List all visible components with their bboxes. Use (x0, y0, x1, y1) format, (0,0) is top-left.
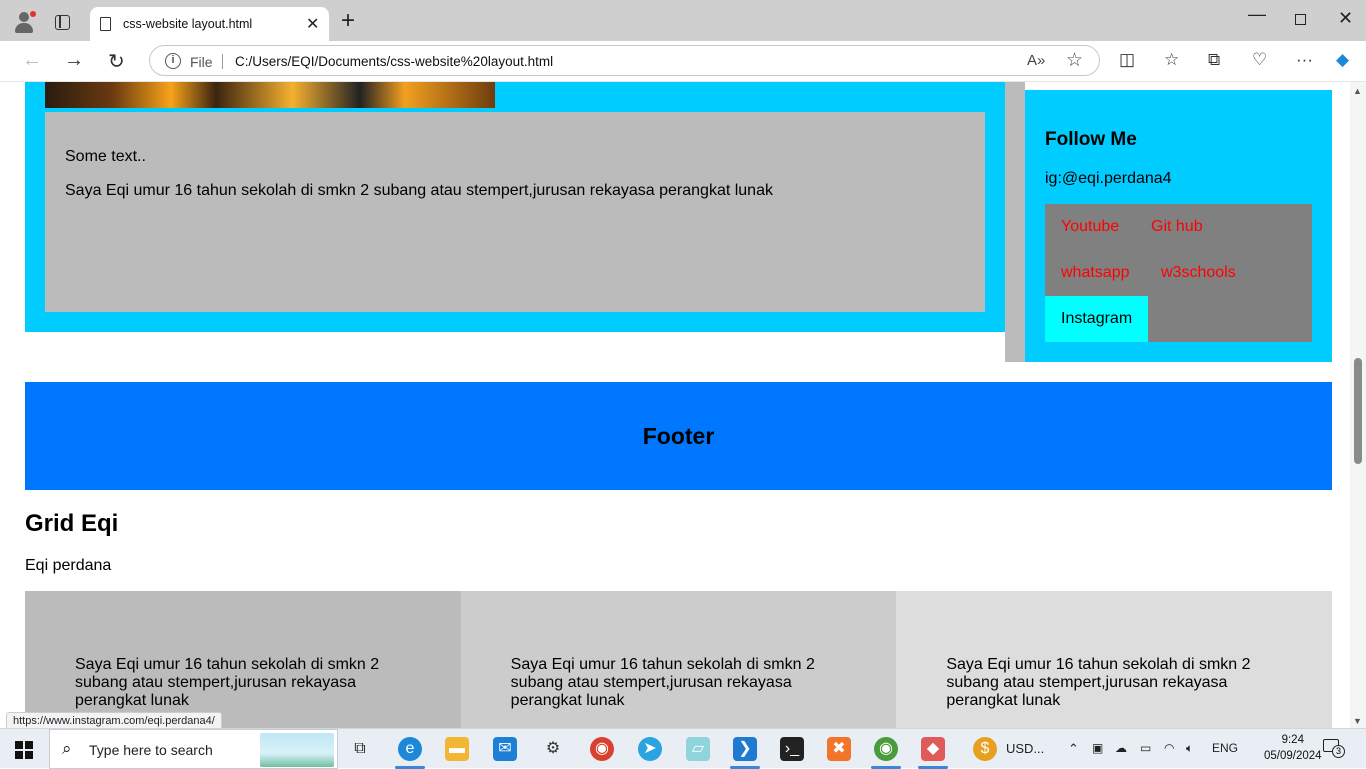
search-placeholder: Type here to search (89, 742, 213, 758)
browser-essentials-icon[interactable]: ♡ (1252, 50, 1267, 70)
site-info-icon[interactable]: i (165, 53, 181, 69)
grid-cell-3: Saya Eqi umur 16 tahun sekolah di smkn 2… (896, 591, 1333, 728)
copilot-icon[interactable]: ◆ (1336, 50, 1349, 70)
grid-subtitle: Eqi perdana (25, 557, 112, 574)
link-instagram[interactable]: Instagram (1045, 296, 1149, 342)
windows-start-icon[interactable] (15, 741, 33, 759)
footer: Footer (25, 382, 1332, 490)
file-explorer-icon[interactable]: ▬ (445, 737, 469, 761)
xampp-icon[interactable]: ✖ (827, 737, 851, 761)
minimize-icon[interactable]: — (1248, 4, 1266, 25)
chrome-icon[interactable]: ◉ (874, 737, 898, 761)
profile-icon[interactable] (12, 10, 37, 34)
bio-text: Saya Eqi umur 16 tahun sekolah di smkn 2… (65, 182, 773, 199)
link-whatsapp[interactable]: whatsapp (1045, 250, 1146, 296)
edge-icon[interactable]: e (398, 737, 422, 761)
address-url[interactable]: C:/Users/EQI/Documents/css-website%20lay… (235, 54, 553, 69)
social-links: Youtube Git hub whatsapp w3schools Insta… (1045, 204, 1312, 342)
split-screen-icon[interactable]: ◫ (1119, 50, 1135, 70)
favorite-star-icon[interactable]: ☆ (1066, 49, 1083, 72)
page-viewport: Some text.. Saya Eqi umur 16 tahun sekol… (0, 82, 1350, 728)
telegram-icon[interactable]: ➤ (638, 737, 662, 761)
browser-tab-bar: css-website layout.html ✕ + — ✕ (0, 0, 1366, 41)
favorites-icon[interactable]: ☆ (1164, 50, 1179, 70)
search-icon: ⌕ (62, 739, 72, 758)
task-view-icon[interactable]: ⧉ (348, 737, 372, 761)
settings-icon[interactable]: ⚙ (541, 737, 565, 761)
clock-time: 9:24 (1281, 734, 1304, 746)
side-gutter (1005, 82, 1025, 362)
onedrive-icon[interactable]: ☁ (1115, 741, 1127, 755)
address-bar[interactable]: i File C:/Users/EQI/Documents/css-websit… (149, 45, 1100, 76)
instagram-handle: ig:@eqi.perdana4 (1045, 170, 1172, 187)
back-icon[interactable]: ← (22, 49, 42, 72)
maximize-icon[interactable] (1295, 14, 1306, 25)
terminal-icon[interactable]: ›_ (780, 737, 804, 761)
show-hidden-icons-icon[interactable]: ⌃ (1068, 741, 1079, 757)
grid-title: Grid Eqi (25, 510, 119, 537)
link-youtube[interactable]: Youtube (1045, 204, 1135, 250)
side-column: Follow Me ig:@eqi.perdana4 Youtube Git h… (1025, 90, 1332, 362)
language-indicator[interactable]: ENG (1212, 741, 1238, 755)
mail-icon[interactable]: ✉ (493, 737, 517, 761)
document-icon (100, 17, 111, 31)
volume-icon[interactable]: 🔈︎ (1186, 741, 1193, 756)
clock[interactable]: 9:24 05/09/2024 (1264, 732, 1322, 764)
window-close-icon[interactable]: ✕ (1338, 8, 1353, 29)
battery-icon[interactable]: ▭ (1140, 741, 1151, 755)
new-tab-icon[interactable]: + (341, 9, 355, 33)
currency-widget-text[interactable]: USD... (1006, 741, 1044, 756)
chrome-profile-icon[interactable]: ◉ (590, 737, 614, 761)
taskbar: ⌕ Type here to search ⧉ e ▬ ✉ ⚙ ◉ ➤ ▱ ❯ … (0, 728, 1366, 769)
text-card: Some text.. Saya Eqi umur 16 tahun sekol… (45, 112, 985, 312)
address-scheme-label: File (190, 54, 213, 70)
banner-image (45, 82, 495, 108)
clock-date: 05/09/2024 (1264, 750, 1322, 762)
link-github[interactable]: Git hub (1135, 204, 1219, 250)
currency-widget-icon[interactable]: $ (973, 737, 997, 761)
address-divider (222, 54, 223, 69)
link-w3schools[interactable]: w3schools (1145, 250, 1252, 296)
forward-icon[interactable]: → (64, 49, 84, 72)
grid-row: Saya Eqi umur 16 tahun sekolah di smkn 2… (25, 591, 1333, 728)
more-options-icon[interactable]: ··· (1296, 50, 1313, 70)
intro-text: Some text.. (65, 148, 146, 165)
notifications-icon[interactable]: 3 (1323, 739, 1345, 758)
meet-now-icon[interactable]: ▣ (1092, 741, 1103, 755)
search-highlight-image (260, 733, 334, 767)
scroll-up-icon[interactable]: ▲ (1353, 86, 1362, 96)
grid-cell-1: Saya Eqi umur 16 tahun sekolah di smkn 2… (25, 591, 461, 728)
git-app-icon[interactable]: ◆ (921, 737, 945, 761)
browser-tab[interactable]: css-website layout.html ✕ (90, 7, 329, 41)
browser-toolbar: ← → ↻ i File C:/Users/EQI/Documents/css-… (0, 41, 1366, 82)
reload-icon[interactable]: ↻ (108, 49, 125, 74)
vertical-scrollbar[interactable]: ▲ ▼ (1350, 82, 1366, 728)
notification-count: 3 (1332, 745, 1345, 758)
notes-app-icon[interactable]: ▱ (686, 737, 710, 761)
scroll-down-icon[interactable]: ▼ (1353, 716, 1362, 726)
close-tab-icon[interactable]: ✕ (306, 14, 319, 34)
main-column: Some text.. Saya Eqi umur 16 tahun sekol… (25, 82, 1005, 332)
collections-icon[interactable]: ⧉ (1208, 50, 1220, 70)
tab-actions-icon[interactable] (55, 15, 70, 30)
vscode-icon[interactable]: ❯ (733, 737, 757, 761)
wifi-icon[interactable]: ◠ (1164, 741, 1174, 755)
taskbar-search[interactable]: ⌕ Type here to search (49, 729, 338, 769)
scroll-thumb[interactable] (1354, 358, 1362, 464)
tab-title: css-website layout.html (123, 17, 253, 31)
grid-cell-2: Saya Eqi umur 16 tahun sekolah di smkn 2… (460, 591, 897, 728)
read-aloud-icon[interactable]: A» (1027, 52, 1045, 69)
footer-title: Footer (642, 423, 715, 449)
follow-title: Follow Me (1045, 129, 1137, 150)
